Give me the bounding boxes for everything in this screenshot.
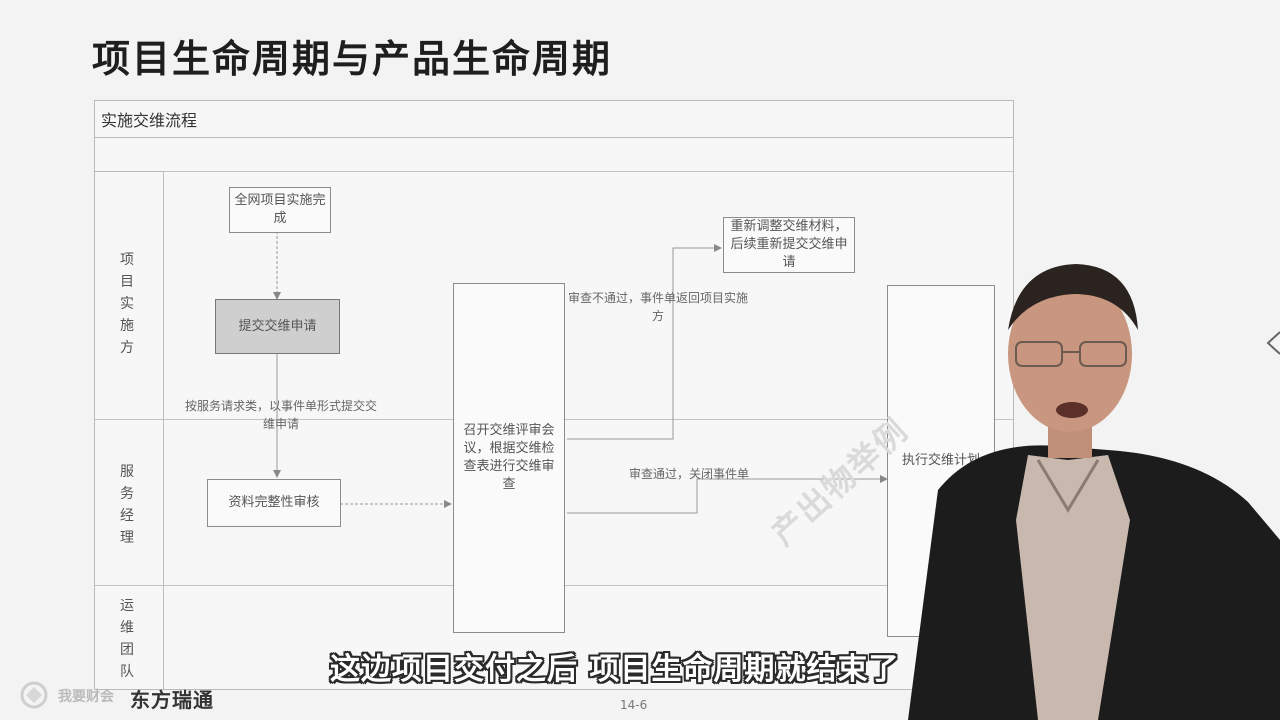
brand-logo-text: 我要财会: [58, 689, 114, 705]
video-subtitle: 这边项目交付之后 项目生命周期就结束了: [330, 652, 900, 687]
box-review-meeting: 召开交维评审会议，根据交维检查表进行交维审查: [453, 283, 565, 633]
box-completeness-review: 资料完整性审核: [207, 479, 341, 527]
brand-company: 东方瑞通: [130, 688, 214, 712]
note-review-fail: 审查不通过，事件单返回项目实施方: [567, 291, 748, 323]
slide-title: 项目生命周期与产品生命周期: [92, 37, 613, 81]
page-number: 14-6: [620, 698, 648, 712]
box-project-done: 全网项目实施完成: [229, 187, 331, 233]
note-service-request: 按服务请求类，以事件单形式提交交维申请: [184, 399, 377, 431]
logo-icon: [20, 681, 48, 709]
chevron-icon: [1266, 331, 1280, 355]
note-review-pass: 审查通过，关闭事件单: [629, 467, 750, 481]
presenter-image: [908, 264, 1280, 720]
arrow-icon: [567, 244, 722, 440]
box-submit-request: 提交交维申请: [215, 299, 340, 354]
box-readjust: 重新调整交维材料，后续重新提交交维申请: [723, 217, 855, 273]
